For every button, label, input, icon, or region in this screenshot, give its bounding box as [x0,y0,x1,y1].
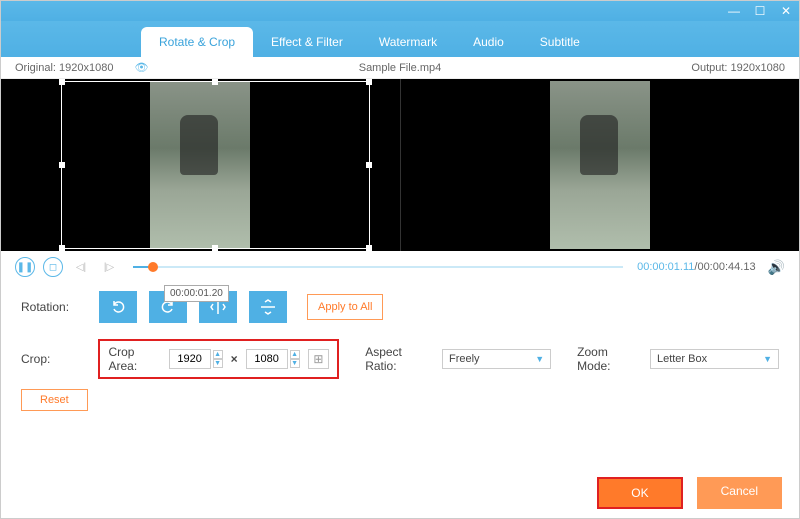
cancel-button[interactable]: Cancel [697,477,782,509]
playback-controls: ❚❚ ◻ ◁| |▷ 00:00:01.11/00:00:44.13 🔊 [1,251,799,283]
rotate-ccw-button[interactable] [99,291,137,323]
tab-rotate-crop[interactable]: Rotate & Crop [141,27,253,57]
crop-height-spinner[interactable]: ▲▼ [290,350,300,368]
zoom-mode-label: Zoom Mode: [577,345,644,373]
flip-vertical-button[interactable] [249,291,287,323]
aspect-ratio-select[interactable]: Freely▼ [442,349,551,369]
eye-icon[interactable]: 👁 [135,62,149,74]
ok-button[interactable]: OK [597,477,682,509]
stop-button[interactable]: ◻ [43,257,63,277]
preview-original[interactable] [1,79,400,251]
prev-frame-button[interactable]: ◁| [71,257,91,277]
volume-icon[interactable]: 🔊 [768,259,785,276]
tab-watermark[interactable]: Watermark [361,27,455,57]
crop-label: Crop: [21,352,90,366]
crop-width-input[interactable] [169,349,211,369]
seek-slider[interactable] [133,257,623,277]
maximize-button[interactable]: ☐ [753,4,767,18]
tab-audio[interactable]: Audio [455,27,522,57]
zoom-mode-select[interactable]: Letter Box▼ [650,349,779,369]
titlebar: — ☐ ✕ [1,1,799,21]
filename-label: Sample File.mp4 [359,62,442,74]
crop-position-picker[interactable]: ⊞ [308,349,330,369]
minimize-button[interactable]: — [727,4,741,18]
crop-section: Crop: Crop Area: ▲▼ × ▲▼ ⊞ Aspect Ratio:… [1,331,799,387]
editor-window: — ☐ ✕ Rotate & Crop Effect & Filter Wate… [0,0,800,519]
rotation-section: Rotation: Apply to All [1,283,799,331]
reset-button[interactable]: Reset [21,389,88,411]
crop-height-input[interactable] [246,349,288,369]
chevron-down-icon: ▼ [535,354,544,364]
time-display: 00:00:01.11/00:00:44.13 [637,261,755,273]
seek-knob[interactable] [148,262,158,272]
crop-frame[interactable] [61,81,370,249]
footer-buttons: OK Cancel [597,477,782,509]
x-separator: × [231,352,238,366]
apply-to-all-button[interactable]: Apply to All [307,294,383,320]
crop-area-label: Crop Area: [108,345,164,373]
aspect-ratio-label: Aspect Ratio: [365,345,436,373]
info-bar: Original: 1920x1080 👁 Sample File.mp4 Ou… [1,57,799,79]
original-resolution: Original: 1920x1080 👁 [15,61,149,74]
crop-area-group: Crop Area: ▲▼ × ▲▼ ⊞ [98,339,339,379]
tab-effect-filter[interactable]: Effect & Filter [253,27,361,57]
output-resolution: Output: 1920x1080 [691,62,785,74]
tab-bar: Rotate & Crop Effect & Filter Watermark … [1,21,799,57]
pause-button[interactable]: ❚❚ [15,257,35,277]
preview-output [400,79,800,251]
preview-area [1,79,799,251]
rotation-label: Rotation: [21,300,91,314]
next-frame-button[interactable]: |▷ [99,257,119,277]
chevron-down-icon: ▼ [763,354,772,364]
close-button[interactable]: ✕ [779,4,793,18]
video-thumbnail [550,81,650,249]
crop-width-spinner[interactable]: ▲▼ [213,350,223,368]
seek-tooltip: 00:00:01.20 [164,285,229,302]
tab-subtitle[interactable]: Subtitle [522,27,598,57]
